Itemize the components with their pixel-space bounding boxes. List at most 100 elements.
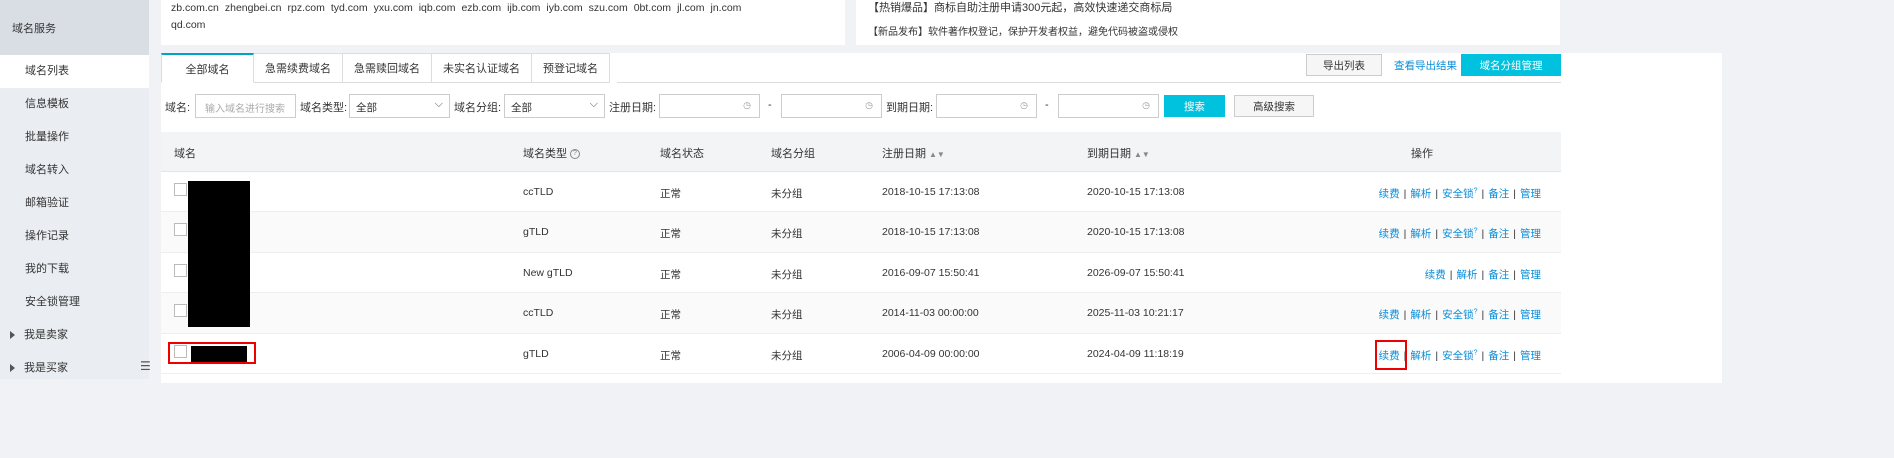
action-lock-link[interactable]: 安全锁? xyxy=(1442,188,1478,201)
premium-domain-link[interactable]: qd.com xyxy=(171,19,205,31)
action-separator: | xyxy=(1481,349,1485,362)
action-record-link[interactable]: 备注 xyxy=(1488,350,1509,362)
domain-group-cell: 未分组 xyxy=(771,228,803,241)
help-icon[interactable]: ? xyxy=(1474,309,1478,316)
news-item[interactable]: 【热销爆品】商标自助注册申请300元起，高效快速递交商标局 xyxy=(868,0,1548,17)
sidebar-item-email-verify[interactable]: 邮箱验证 xyxy=(0,187,149,220)
export-list-button[interactable]: 导出列表 xyxy=(1306,54,1382,76)
help-icon[interactable]: ? xyxy=(1474,349,1478,356)
action-renew-link[interactable]: 续费 xyxy=(1425,269,1446,281)
action-renew-link[interactable]: 续费 xyxy=(1379,228,1400,240)
col-header-exp-date-label: 到期日期 xyxy=(1087,148,1131,160)
col-header-exp-date[interactable]: 到期日期 ▲▼ xyxy=(1087,145,1150,161)
action-manage-link[interactable]: 管理 xyxy=(1520,350,1541,362)
sidebar-group-seller[interactable]: 我是卖家 xyxy=(0,319,149,352)
action-renew-link[interactable]: 续费 xyxy=(1379,188,1400,200)
row-checkbox[interactable] xyxy=(174,183,187,196)
action-dns-link[interactable]: 解析 xyxy=(1410,350,1431,362)
action-label: 安全锁 xyxy=(1442,349,1474,362)
tab-unverified[interactable]: 未实名认证域名 xyxy=(432,53,532,83)
premium-domain-link[interactable]: jn.com xyxy=(710,2,741,14)
premium-domain-link[interactable]: rpz.com xyxy=(288,2,325,14)
sidebar-group-buyer[interactable]: 我是买家 xyxy=(0,352,149,385)
action-separator: | xyxy=(1449,268,1453,281)
sort-icon[interactable]: ▲▼ xyxy=(1134,150,1150,159)
premium-domain-link[interactable]: zhengbei.cn xyxy=(225,2,282,14)
reg-date-cell: 2006-04-09 00:00:00 xyxy=(882,347,980,360)
exp-date-start-input[interactable]: ◷ xyxy=(936,94,1037,118)
reg-date-end-input[interactable]: ◷ xyxy=(781,94,882,118)
group-select[interactable]: 全部 ⌵ xyxy=(504,94,605,118)
exp-date-end-input[interactable]: ◷ xyxy=(1058,94,1159,118)
premium-domain-link[interactable]: iqb.com xyxy=(419,2,456,14)
sidebar-collapse-icon[interactable]: ☰ xyxy=(140,359,151,373)
col-header-type: 域名类型? xyxy=(523,145,580,161)
action-dns-link[interactable]: 解析 xyxy=(1410,188,1431,200)
row-checkbox[interactable] xyxy=(174,263,187,277)
premium-domain-link[interactable]: ijb.com xyxy=(507,2,540,14)
chevron-down-icon: ⌵ xyxy=(434,98,443,110)
action-record-link[interactable]: 备注 xyxy=(1488,188,1509,200)
tab-preregistered[interactable]: 预登记域名 xyxy=(532,53,610,83)
sidebar-item-my-downloads[interactable]: 我的下载 xyxy=(0,253,149,286)
action-label: 管理 xyxy=(1520,309,1541,322)
action-renew-link[interactable]: 续费 xyxy=(1379,309,1400,321)
action-record-link[interactable]: 备注 xyxy=(1488,309,1509,321)
domain-search-input[interactable]: 输入域名进行搜索 xyxy=(195,94,296,118)
premium-domain-link[interactable]: 0bt.com xyxy=(634,2,671,14)
action-lock-link[interactable]: 安全锁? xyxy=(1442,228,1478,241)
premium-domain-link[interactable]: zb.com.cn xyxy=(171,2,219,14)
reg-date-start-input[interactable]: ◷ xyxy=(659,94,760,118)
domain-status-cell: 正常 xyxy=(660,349,681,362)
sidebar-item-domain-transfer[interactable]: 域名转入 xyxy=(0,154,149,187)
action-record-link[interactable]: 备注 xyxy=(1488,228,1509,240)
tab-redeem-urgent[interactable]: 急需赎回域名 xyxy=(343,53,432,83)
action-manage-link[interactable]: 管理 xyxy=(1520,228,1541,240)
exp-date-label: 到期日期: xyxy=(886,102,934,114)
domain-status-cell: 正常 xyxy=(660,228,681,241)
search-button[interactable]: 搜索 xyxy=(1164,95,1225,117)
help-icon[interactable]: ? xyxy=(1474,188,1478,195)
action-manage-link[interactable]: 管理 xyxy=(1520,188,1541,200)
help-icon[interactable]: ? xyxy=(570,149,580,160)
action-separator: | xyxy=(1481,188,1485,200)
domain-group-cell: 未分组 xyxy=(771,309,803,322)
action-dns-link[interactable]: 解析 xyxy=(1410,309,1431,321)
premium-domain-link[interactable]: yxu.com xyxy=(374,2,413,14)
sidebar-item-op-records[interactable]: 操作记录 xyxy=(0,220,149,253)
action-lock-link[interactable]: 安全锁? xyxy=(1442,309,1478,322)
sidebar-item-info-template[interactable]: 信息模板 xyxy=(0,88,149,121)
domain-group-manage-button[interactable]: 域名分组管理 xyxy=(1461,54,1561,76)
news-box: 【热销爆品】商标自助注册申请300元起，高效快速递交商标局 【新品发布】软件著作… xyxy=(856,0,1560,45)
action-manage-link[interactable]: 管理 xyxy=(1520,269,1541,281)
sidebar-item-lock-manage[interactable]: 安全锁管理 xyxy=(0,286,149,319)
help-icon[interactable]: ? xyxy=(1474,228,1478,235)
row-checkbox[interactable] xyxy=(174,223,187,237)
sidebar-item-batch-ops[interactable]: 批量操作 xyxy=(0,121,149,154)
action-lock-link[interactable]: 安全锁? xyxy=(1442,349,1478,362)
premium-domain-link[interactable]: iyb.com xyxy=(546,2,582,14)
action-dns-link[interactable]: 解析 xyxy=(1457,269,1478,281)
action-dns-link[interactable]: 解析 xyxy=(1410,228,1431,240)
premium-domain-link[interactable]: ezb.com xyxy=(461,2,501,14)
col-header-reg-date[interactable]: 注册日期 ▲▼ xyxy=(882,145,945,161)
type-select[interactable]: 全部 ⌵ xyxy=(349,94,450,118)
sort-icon[interactable]: ▲▼ xyxy=(929,150,945,159)
action-manage-link[interactable]: 管理 xyxy=(1520,309,1541,321)
row-checkbox[interactable] xyxy=(174,304,187,318)
view-export-results-link[interactable]: 查看导出结果 xyxy=(1394,58,1457,73)
premium-domain-link[interactable]: tyd.com xyxy=(331,2,368,14)
sidebar-item-domain-list[interactable]: 域名列表 xyxy=(0,55,149,88)
action-record-link[interactable]: 备注 xyxy=(1488,269,1509,281)
advanced-search-button[interactable]: 高级搜索 xyxy=(1234,95,1314,117)
tab-renew-urgent[interactable]: 急需续费域名 xyxy=(254,53,343,83)
premium-domain-link[interactable]: jl.com xyxy=(677,2,704,14)
domain-type-cell: ccTLD xyxy=(523,307,554,320)
domain-filter-label: 域名: xyxy=(165,102,191,114)
news-item[interactable]: 【新品发布】软件著作权登记，保护开发者权益，避免代码被盗或侵权 xyxy=(868,23,1548,38)
premium-domains-box: zhengbei.com.cnzb.com.cnzhengbei.cnrpz.c… xyxy=(161,0,1722,383)
tab-all-domains[interactable]: 全部域名 xyxy=(161,53,254,83)
action-separator: | xyxy=(1513,188,1516,200)
col-header-group: 域名分组 xyxy=(771,148,815,160)
premium-domain-link[interactable]: szu.com xyxy=(589,2,628,14)
